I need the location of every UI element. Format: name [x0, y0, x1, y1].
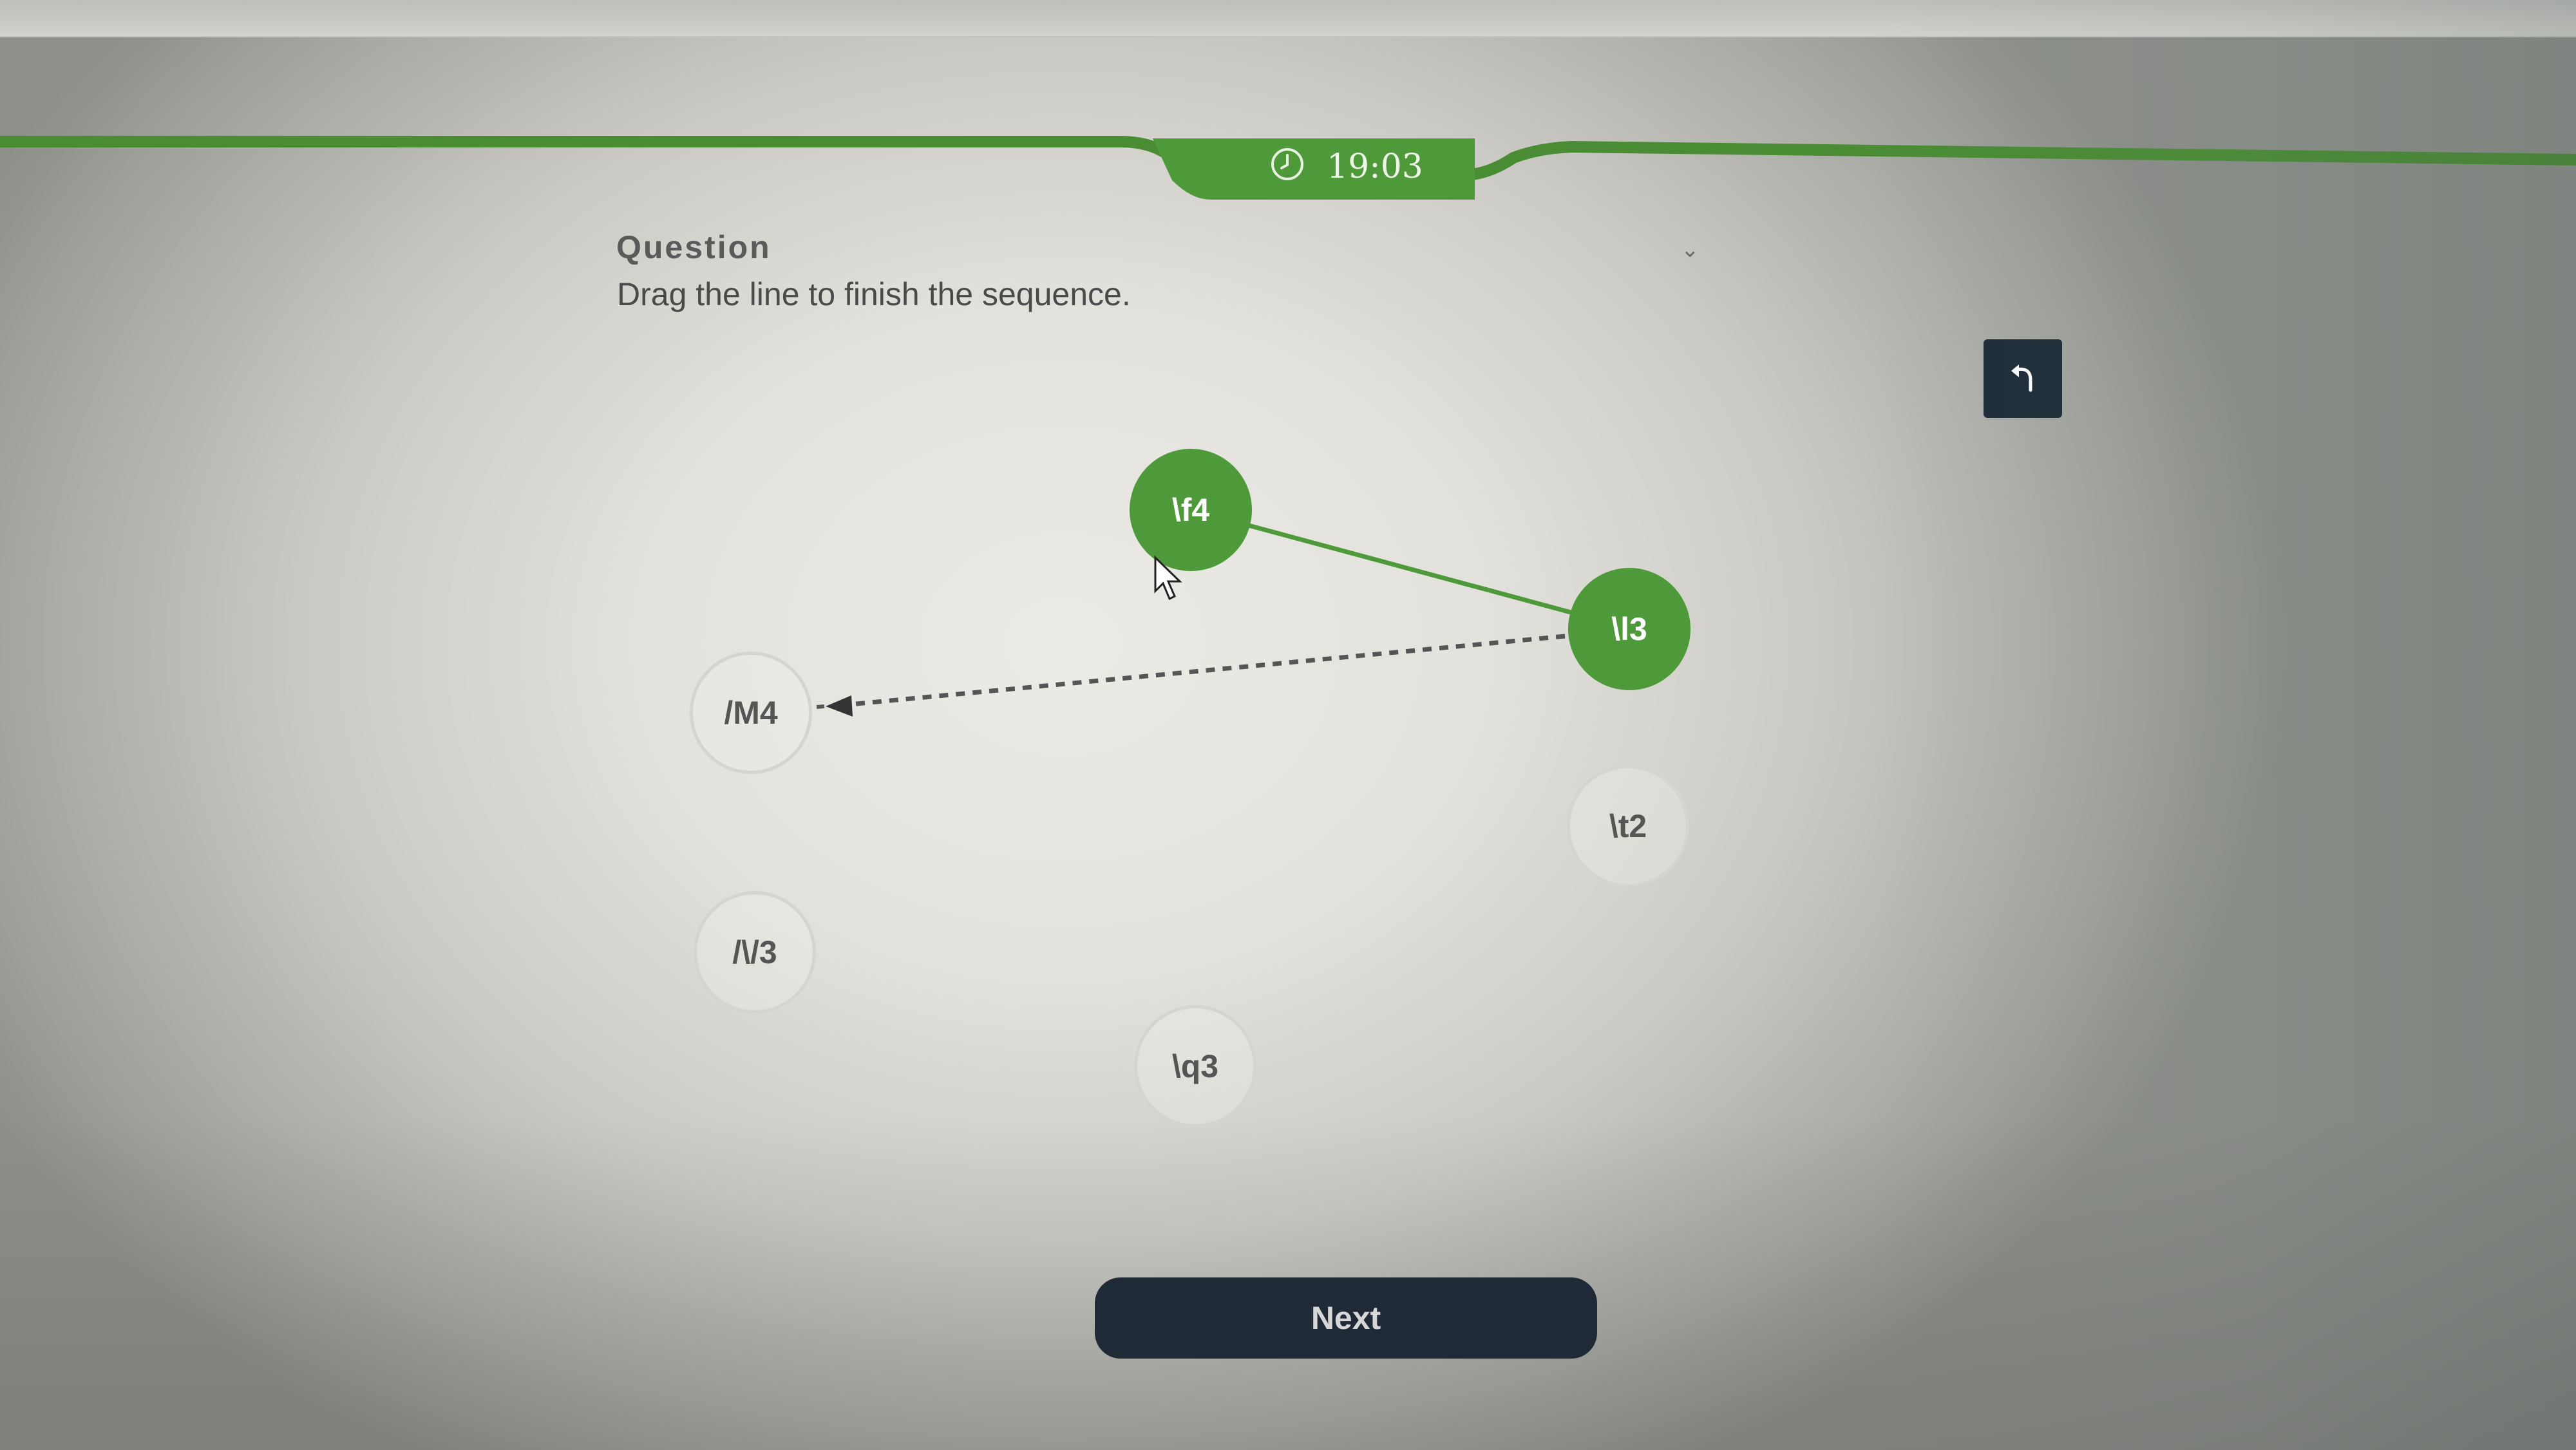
node-label: /\/3: [732, 934, 777, 970]
next-button[interactable]: Next: [1095, 1277, 1597, 1359]
node-n3[interactable]: /\/3: [694, 891, 816, 1013]
connection-line: [1191, 507, 1629, 630]
next-button-label: Next: [1311, 1300, 1381, 1336]
mouse-cursor-icon: [1154, 555, 1182, 601]
node-label: \t2: [1609, 808, 1647, 844]
node-m4[interactable]: /M4: [690, 652, 812, 774]
node-t2[interactable]: \t2: [1567, 765, 1689, 887]
node-label: \l3: [1611, 611, 1647, 647]
node-label: /M4: [724, 695, 778, 731]
sequence-canvas: [816, 507, 1629, 717]
drag-tail: [816, 704, 825, 709]
dragging-line[interactable]: [849, 634, 1566, 707]
node-f4[interactable]: \f4: [1130, 449, 1252, 571]
node-label: \q3: [1171, 1048, 1219, 1084]
drag-arrowhead[interactable]: [826, 695, 853, 717]
node-label: \f4: [1171, 492, 1210, 528]
node-l3[interactable]: \l3: [1568, 568, 1690, 690]
node-q3[interactable]: \q3: [1134, 1005, 1256, 1127]
